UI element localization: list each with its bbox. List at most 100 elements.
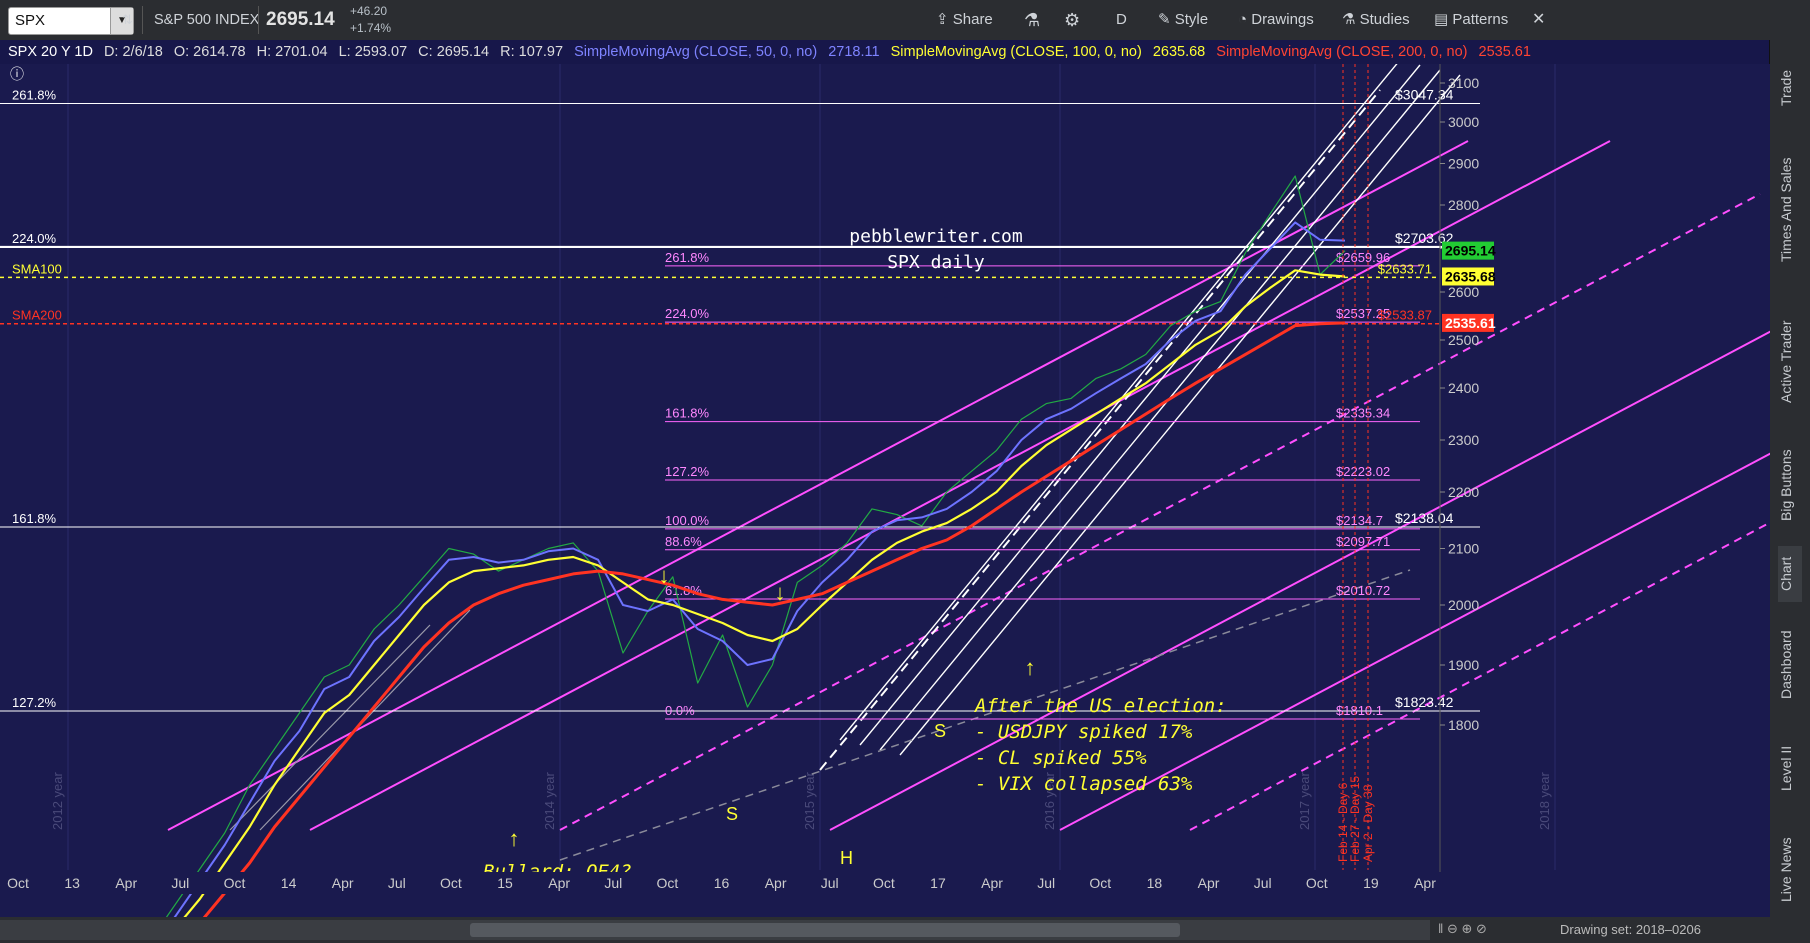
x-tick-label: 19 bbox=[1363, 875, 1379, 891]
right-sidebar: Trade Times And Sales Active Trader Big … bbox=[1769, 40, 1810, 943]
horizontal-scrollbar[interactable] bbox=[0, 920, 1430, 940]
x-tick-label: 13 bbox=[64, 875, 80, 891]
inner-fib-label: 161.8% bbox=[665, 406, 710, 421]
collapse-icon[interactable]: ✕ bbox=[1532, 0, 1545, 40]
fib-level-price: $1823.42 bbox=[1395, 694, 1454, 710]
price-tag: 2635.68 bbox=[1442, 267, 1496, 286]
x-tick-label: Apr bbox=[332, 875, 354, 891]
flask-icon[interactable]: ⚗ bbox=[1024, 0, 1040, 40]
sma200-label[interactable]: SimpleMovingAvg (CLOSE, 200, 0, no) bbox=[1216, 44, 1467, 60]
x-tick-label: 16 bbox=[714, 875, 730, 891]
sidebar-tab-active-trader[interactable]: Active Trader bbox=[1778, 302, 1802, 422]
date-value: D: 2/6/18 bbox=[103, 44, 163, 60]
top-toolbar: SPX ▼ ⇅ S&P 500 INDEX 2695.14 +46.20 +1.… bbox=[0, 0, 1810, 41]
day-marker-label: Feb 27 - Day 15 bbox=[1348, 776, 1362, 862]
inner-fib-label: 0.0% bbox=[665, 703, 695, 718]
inner-fib-price: $2223.02 bbox=[1336, 464, 1390, 479]
zoom-controls[interactable]: ‖ ⊖ ⊕ ⊘ bbox=[1438, 921, 1487, 937]
inner-fib-label: 261.8% bbox=[665, 250, 710, 265]
style-label: Style bbox=[1174, 11, 1209, 28]
share-icon: ⇪ bbox=[936, 11, 953, 28]
year-watermark: 2017 year bbox=[1297, 772, 1312, 830]
sidebar-tab-chart[interactable]: Chart bbox=[1778, 546, 1802, 602]
sma-level-price: $2633.71 bbox=[1378, 261, 1432, 276]
drawings-button[interactable]: ◔ Drawings bbox=[1238, 0, 1314, 40]
y-tick-label: 2200 bbox=[1448, 484, 1479, 500]
patterns-button[interactable]: ▤ Patterns bbox=[1434, 0, 1508, 40]
range-value: R: 107.97 bbox=[500, 44, 564, 60]
study-info-bar: SPX 20 Y 1D D: 2/6/18 O: 2614.78 H: 2701… bbox=[0, 40, 1770, 64]
x-tick-label: Jul bbox=[1254, 875, 1272, 891]
sidebar-tab-trade[interactable]: Trade bbox=[1778, 60, 1802, 116]
drawing-set-label[interactable]: Drawing set: 2018–0206 bbox=[1560, 922, 1701, 937]
election-annotation: - VIX collapsed 63% bbox=[975, 773, 1193, 795]
arrow-marker: ↑ bbox=[1025, 655, 1036, 680]
divider bbox=[142, 6, 143, 34]
sidebar-tab-level-ii[interactable]: Level II bbox=[1778, 728, 1802, 808]
patterns-icon: ▤ bbox=[1434, 11, 1453, 28]
year-watermark: 2018 year bbox=[1537, 772, 1552, 830]
studies-button[interactable]: ⚗ Studies bbox=[1342, 0, 1410, 40]
instrument-name: S&P 500 INDEX bbox=[154, 12, 260, 28]
gear-icon[interactable]: ⚙ bbox=[1064, 0, 1080, 40]
y-tick-label: 3100 bbox=[1448, 75, 1479, 91]
year-watermark: 2014 year bbox=[542, 772, 557, 830]
sidebar-tab-times-and-sales[interactable]: Times And Sales bbox=[1778, 130, 1802, 290]
x-tick-label: Oct bbox=[7, 875, 29, 891]
y-tick-label: 1900 bbox=[1448, 657, 1479, 673]
sidebar-tab-big-buttons[interactable]: Big Buttons bbox=[1778, 435, 1802, 535]
close-value: C: 2695.14 bbox=[418, 44, 490, 60]
x-tick-label: Apr bbox=[981, 875, 1003, 891]
sma50-label[interactable]: SimpleMovingAvg (CLOSE, 50, 0, no) bbox=[574, 44, 817, 60]
price-chart[interactable]: 2012 year 2014 year 2015 year 2016 year 2017… bbox=[0, 64, 1770, 917]
drawings-icon: ◔ bbox=[1238, 11, 1252, 28]
x-tick-label: 14 bbox=[281, 875, 297, 891]
price-tag: 2695.14 bbox=[1442, 241, 1496, 260]
year-watermark: 2015 year bbox=[802, 772, 817, 830]
x-tick-label: Oct bbox=[440, 875, 462, 891]
x-tick-label: Oct bbox=[656, 875, 678, 891]
share-label: Share bbox=[952, 11, 993, 28]
price-tag: 2535.61 bbox=[1442, 313, 1496, 332]
election-annotation: After the US election: bbox=[974, 695, 1227, 717]
y-tick-label: 2800 bbox=[1448, 197, 1479, 213]
fib-level-label: 161.8% bbox=[12, 511, 57, 526]
arrow-marker: ↓ bbox=[659, 563, 670, 588]
inner-fib-label: 127.2% bbox=[665, 464, 710, 479]
fib-level-price: $2138.04 bbox=[1395, 510, 1454, 526]
sma100-value: 2635.68 bbox=[1152, 44, 1206, 60]
share-button[interactable]: ⇪ Share bbox=[936, 0, 993, 40]
y-tick-label: 2300 bbox=[1448, 432, 1479, 448]
inner-fib-price: $1810.1 bbox=[1336, 703, 1383, 718]
sma100-label[interactable]: SimpleMovingAvg (CLOSE, 100, 0, no) bbox=[891, 44, 1142, 60]
bottom-bar: ‖ ⊖ ⊕ ⊘ Drawing set: 2018–0206 bbox=[0, 917, 1770, 943]
open-value: O: 2614.78 bbox=[173, 44, 246, 60]
x-tick-label: Jul bbox=[1037, 875, 1055, 891]
x-tick-label: Apr bbox=[115, 875, 137, 891]
period-button[interactable]: D bbox=[1116, 0, 1127, 40]
election-annotation: - CL spiked 55% bbox=[975, 747, 1147, 769]
inner-fib-price: $2335.34 bbox=[1336, 406, 1390, 421]
x-tick-label: Jul bbox=[388, 875, 406, 891]
x-tick-label: Apr bbox=[1414, 875, 1436, 891]
scrollbar-thumb[interactable] bbox=[470, 923, 1180, 937]
inner-fib-label: 100.0% bbox=[665, 513, 710, 528]
chart-background bbox=[0, 64, 1770, 917]
symbol-input[interactable]: SPX ▼ bbox=[8, 7, 134, 35]
sidebar-tab-live-news[interactable]: Live News bbox=[1778, 820, 1802, 920]
alert-icon[interactable]: ⓘ bbox=[10, 66, 24, 82]
sidebar-tab-dashboard[interactable]: Dashboard bbox=[1778, 615, 1802, 715]
y-tick-label: 2900 bbox=[1448, 156, 1479, 172]
pct-change: +1.74% bbox=[350, 21, 392, 35]
x-tick-label: Jul bbox=[604, 875, 622, 891]
inner-fib-label: 88.6% bbox=[665, 534, 702, 549]
sma200-value: 2535.61 bbox=[1478, 44, 1531, 60]
patterns-label: Patterns bbox=[1452, 11, 1509, 28]
fib-level-price: $3047.34 bbox=[1395, 87, 1454, 103]
high-value: H: 2701.04 bbox=[256, 44, 328, 60]
style-button[interactable]: ✎ Style bbox=[1158, 0, 1208, 40]
link-icon[interactable]: ⇅ bbox=[122, 0, 133, 40]
x-tick-label: Apr bbox=[765, 875, 787, 891]
inner-fib-price: $2097.71 bbox=[1336, 534, 1390, 549]
x-tick-label: Oct bbox=[873, 875, 895, 891]
